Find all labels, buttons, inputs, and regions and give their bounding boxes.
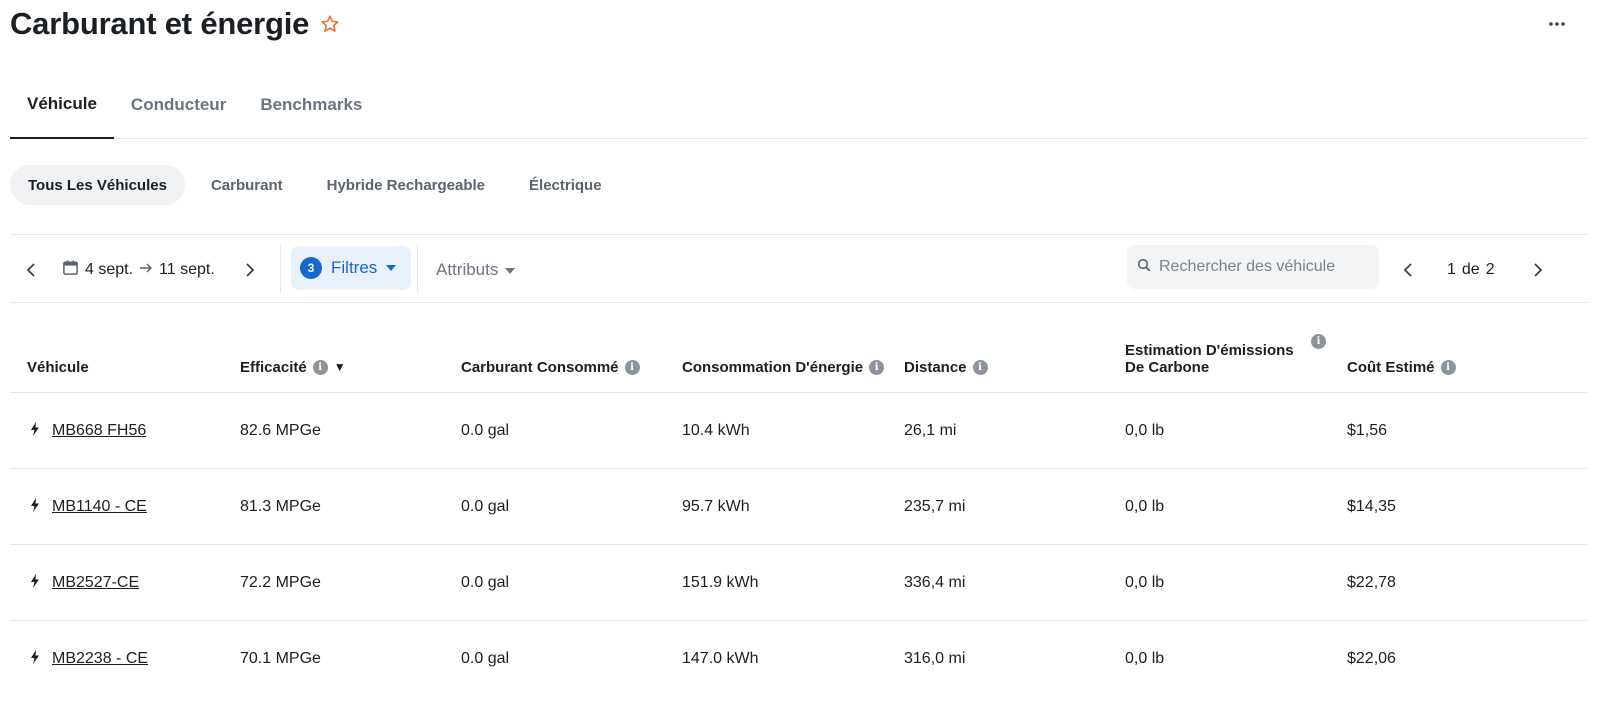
carbon-cell: 0,0 lb — [1125, 574, 1165, 591]
column-header-fuel-consumed[interactable]: Carburant Consommé i — [461, 359, 640, 376]
info-icon[interactable]: i — [624, 360, 640, 375]
filters-count-badge: 3 — [300, 257, 322, 279]
efficiency-cell: 81.3 MPGe — [240, 498, 321, 515]
tab-bar: Véhicule Conducteur Benchmarks — [10, 82, 1587, 139]
info-icon[interactable]: i — [1440, 360, 1456, 375]
pager-next-button[interactable] — [1525, 257, 1551, 283]
column-header-carbon-emissions[interactable]: Estimation D'émissions De Carbone i — [1125, 334, 1330, 376]
table-row[interactable]: MB668 FH56 82.6 MPGe 0.0 gal 10.4 kWh 26… — [10, 393, 1587, 469]
search-icon — [1137, 258, 1151, 277]
chevron-right-icon[interactable] — [237, 257, 263, 283]
vehicle-cell: MB1140 - CE — [30, 469, 147, 545]
efficiency-cell: 70.1 MPGe — [240, 650, 321, 667]
bolt-icon — [30, 421, 40, 441]
segment-all-vehicles[interactable]: Tous Les Véhicules — [10, 165, 185, 205]
page-of: de — [1461, 261, 1480, 278]
fuel-cell: 0.0 gal — [461, 650, 510, 667]
segment-plugin-hybrid[interactable]: Hybride Rechargeable — [309, 165, 503, 205]
tab-vehicule[interactable]: Véhicule — [10, 82, 114, 139]
energy-cell: 151.9 kWh — [682, 574, 759, 591]
segment-fuel[interactable]: Carburant — [193, 165, 301, 205]
fuel-cell: 0.0 gal — [461, 422, 510, 439]
pager-status: 1 de 2 — [1447, 237, 1495, 303]
info-icon[interactable]: i — [972, 360, 988, 375]
energy-cell: 95.7 kWh — [682, 498, 750, 515]
column-header-efficiency[interactable]: Efficacité i ▼ — [240, 359, 346, 376]
vehicle-link[interactable]: MB2527-CE — [52, 574, 139, 592]
vehicle-link[interactable]: MB1140 - CE — [52, 498, 147, 516]
table-row[interactable]: MB1140 - CE 81.3 MPGe 0.0 gal 95.7 kWh 2… — [10, 469, 1587, 545]
cost-cell: $22,06 — [1347, 650, 1396, 667]
arrow-right-icon — [139, 261, 153, 279]
vehicle-cell: MB2527-CE — [30, 545, 139, 621]
tab-benchmarks[interactable]: Benchmarks — [243, 82, 379, 139]
bolt-icon — [30, 573, 40, 593]
column-header-distance[interactable]: Distance i — [904, 359, 988, 376]
page-current: 1 — [1447, 261, 1456, 278]
column-header-vehicle[interactable]: Véhicule — [27, 359, 89, 376]
info-icon[interactable]: i — [869, 360, 885, 375]
vehicle-link[interactable]: MB2238 - CE — [52, 650, 148, 668]
page-total: 2 — [1485, 261, 1495, 278]
caret-down-icon — [504, 260, 516, 280]
efficiency-cell: 82.6 MPGe — [240, 422, 321, 439]
info-icon[interactable]: i — [1311, 334, 1326, 349]
bolt-icon — [30, 649, 40, 669]
date-end: 11 sept. — [159, 261, 215, 278]
date-start: 4 sept. — [85, 261, 134, 278]
filters-button[interactable]: 3 Filtres — [291, 246, 411, 290]
caret-down-icon — [385, 259, 397, 277]
search-input[interactable] — [1159, 258, 1369, 276]
vehicle-link[interactable]: MB668 FH56 — [52, 422, 146, 440]
energy-cell: 10.4 kWh — [682, 422, 750, 439]
search-box — [1127, 245, 1379, 289]
cost-cell: $14,35 — [1347, 498, 1396, 515]
distance-cell: 336,4 mi — [904, 574, 966, 591]
vehicle-cell: MB668 FH56 — [30, 393, 146, 469]
distance-cell: 316,0 mi — [904, 650, 966, 667]
table-header: Véhicule Efficacité i ▼ Carburant Consom… — [10, 303, 1587, 393]
vehicle-table: Véhicule Efficacité i ▼ Carburant Consom… — [10, 303, 1587, 697]
efficiency-cell: 72.2 MPGe — [240, 574, 321, 591]
pager-prev-button[interactable] — [1395, 257, 1421, 283]
star-icon[interactable] — [319, 13, 341, 35]
vehicle-cell: MB2238 - CE — [30, 621, 148, 697]
table-row[interactable]: MB2527-CE 72.2 MPGe 0.0 gal 151.9 kWh 33… — [10, 545, 1587, 621]
column-header-energy-consumption[interactable]: Consommation D'énergie i — [682, 359, 885, 376]
info-icon[interactable]: i — [312, 360, 328, 375]
carbon-cell: 0,0 lb — [1125, 650, 1165, 667]
fuel-cell: 0.0 gal — [461, 498, 510, 515]
carbon-cell: 0,0 lb — [1125, 498, 1165, 515]
page-header: Carburant et énergie — [10, 4, 341, 44]
distance-cell: 235,7 mi — [904, 498, 966, 515]
distance-cell: 26,1 mi — [904, 422, 957, 439]
divider — [280, 245, 281, 293]
segment-electric[interactable]: Électrique — [511, 165, 620, 205]
chevron-left-icon[interactable] — [18, 257, 44, 283]
divider — [417, 245, 418, 293]
tab-conducteur[interactable]: Conducteur — [114, 82, 243, 139]
toolbar: 4 sept. 11 sept. 3 Filtres Attributs Rec… — [10, 237, 1587, 303]
cost-cell: $1,56 — [1347, 422, 1388, 439]
vehicle-type-filter: Tous Les Véhicules Carburant Hybride Rec… — [10, 165, 1587, 235]
sort-desc-icon: ▼ — [333, 360, 346, 374]
bolt-icon — [30, 497, 40, 517]
cost-cell: $22,78 — [1347, 574, 1396, 591]
energy-cell: 147.0 kWh — [682, 650, 759, 667]
calendar-icon — [62, 259, 79, 281]
column-header-estimated-cost[interactable]: Coût Estimé i — [1347, 359, 1456, 376]
date-range-picker[interactable]: 4 sept. 11 sept. — [62, 237, 215, 303]
more-icon[interactable] — [1545, 12, 1569, 36]
table-row[interactable]: MB2238 - CE 70.1 MPGe 0.0 gal 147.0 kWh … — [10, 621, 1587, 697]
filters-label: Filtres — [331, 258, 378, 277]
fuel-cell: 0.0 gal — [461, 574, 510, 591]
attributes-label: Attributs — [436, 260, 499, 279]
page-title: Carburant et énergie — [10, 6, 310, 41]
carbon-cell: 0,0 lb — [1125, 422, 1165, 439]
attributes-dropdown[interactable]: Attributs — [436, 237, 516, 303]
